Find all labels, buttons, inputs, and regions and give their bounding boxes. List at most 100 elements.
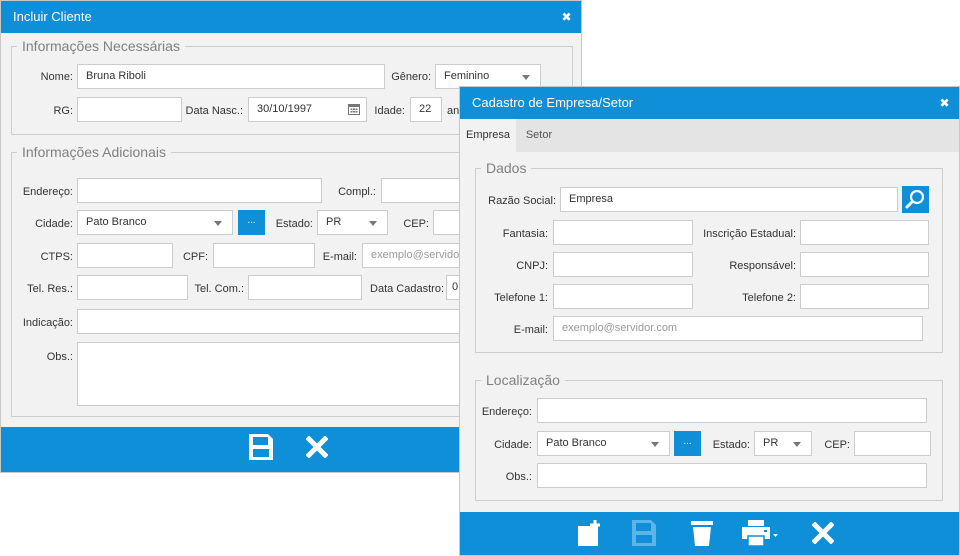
cadastro-empresa-titlebar: Cadastro de Empresa/Setor — [460, 87, 959, 119]
cidade-lookup-button[interactable]: ... — [674, 431, 701, 456]
nome-label: Nome: — [40, 71, 73, 83]
responsavel-input[interactable] — [800, 252, 929, 277]
tel-com-label: Tel. Com.: — [194, 283, 244, 295]
endereco-input[interactable] — [77, 178, 322, 203]
razao-social-label: Razão Social: — [488, 195, 556, 207]
close-icon[interactable]: ✖ — [561, 11, 572, 23]
idade-suffix: an — [447, 105, 460, 117]
email-label: E-mail: — [322, 251, 357, 263]
endereco-label: Endereço: — [22, 186, 73, 198]
inscricao-estadual-label: Inscrição Estadual: — [703, 228, 796, 240]
close-icon[interactable] — [306, 436, 328, 458]
incluir-cliente-titlebar: Incluir Cliente — [1, 1, 581, 33]
obs-input[interactable] — [537, 463, 927, 488]
cnpj-label: CNPJ: — [516, 260, 548, 272]
estado-label: Estado: — [275, 218, 313, 230]
cidade-label: Cidade: — [35, 218, 73, 230]
tel-com-input[interactable] — [248, 275, 362, 300]
telefone2-label: Telefone 2: — [742, 292, 796, 304]
cidade-value: Pato Branco — [546, 437, 607, 449]
cidade-lookup-button[interactable]: ... — [238, 210, 265, 235]
chevron-down-icon — [214, 221, 222, 226]
chevron-down-icon — [651, 442, 659, 447]
telefone1-input[interactable] — [553, 284, 693, 309]
tab-label: Setor — [525, 129, 553, 141]
close-icon[interactable]: ✖ — [939, 97, 950, 109]
compl-label: Compl.: — [338, 186, 376, 198]
idade-label: Idade: — [374, 105, 405, 117]
estado-value: PR — [763, 437, 779, 449]
ctps-input[interactable] — [77, 243, 173, 268]
cadastro-empresa-footer — [460, 512, 959, 555]
fantasia-input[interactable] — [553, 220, 693, 245]
incluir-cliente-title: Incluir Cliente — [13, 9, 92, 24]
obs-textarea[interactable] — [77, 342, 463, 406]
save-icon[interactable] — [249, 434, 273, 460]
section-title: Localização — [486, 372, 560, 388]
cidade-select[interactable]: Pato Branco — [77, 210, 233, 235]
close-icon[interactable] — [812, 522, 834, 544]
new-document-icon[interactable] — [578, 520, 604, 546]
trash-icon[interactable] — [691, 520, 713, 546]
tel-res-input[interactable] — [77, 275, 188, 300]
data-nasc-value: 30/10/1997 — [257, 103, 313, 115]
data-nasc-label: Data Nasc.: — [185, 105, 243, 117]
section-title: Dados — [486, 160, 527, 176]
cadastro-empresa-title: Cadastro de Empresa/Setor — [472, 95, 634, 110]
cep-label: CEP: — [403, 218, 429, 230]
compl-input[interactable] — [381, 178, 461, 203]
tab-setor[interactable]: Setor — [516, 119, 562, 152]
cadastro-empresa-window: Cadastro de Empresa/Setor ✖ Empresa Seto… — [459, 86, 960, 556]
email-input[interactable]: exemplo@servidor.com — [553, 316, 923, 341]
cidade-value: Pato Branco — [86, 216, 147, 228]
search-icon — [905, 189, 925, 209]
genero-label: Gênero: — [391, 71, 431, 83]
estado-select[interactable]: PR — [754, 431, 812, 456]
search-button[interactable] — [902, 186, 929, 213]
tab-bar: Empresa Setor — [460, 119, 959, 152]
rg-input[interactable] — [77, 97, 182, 122]
section-title: Informações Adicionais — [22, 144, 166, 160]
tab-label: Empresa — [465, 129, 511, 141]
chevron-down-icon — [522, 75, 530, 80]
cep-input[interactable] — [854, 431, 931, 456]
data-cadastro-label: Data Cadastro: — [370, 283, 444, 295]
cep-label: CEP: — [824, 439, 850, 451]
cidade-select[interactable]: Pato Branco — [537, 431, 670, 456]
indicacao-label: Indicação: — [22, 317, 73, 329]
tel-res-label: Tel. Res.: — [27, 283, 73, 295]
cpf-label: CPF: — [182, 251, 208, 263]
cidade-label: Cidade: — [494, 439, 532, 451]
chevron-down-icon — [369, 221, 377, 226]
inscricao-estadual-input[interactable] — [800, 220, 929, 245]
estado-value: PR — [326, 216, 342, 228]
ctps-label: CTPS: — [40, 251, 73, 263]
razao-social-input[interactable]: Empresa — [560, 187, 898, 212]
nome-input[interactable]: Bruna Riboli — [77, 64, 385, 89]
endereco-label: Endereço: — [481, 406, 532, 418]
cpf-input[interactable] — [213, 243, 315, 268]
idade-input[interactable]: 22 — [410, 97, 442, 122]
tab-empresa[interactable]: Empresa — [460, 119, 516, 152]
section-title: Informações Necessárias — [22, 38, 180, 54]
email-input[interactable]: exemplo@servidor. — [362, 243, 462, 268]
telefone2-input[interactable] — [800, 284, 929, 309]
cnpj-input[interactable] — [553, 252, 693, 277]
rg-label: RG: — [53, 105, 73, 117]
fantasia-label: Fantasia: — [502, 228, 548, 240]
email-label: E-mail: — [513, 324, 548, 336]
data-nasc-input[interactable]: 30/10/1997 — [248, 97, 367, 122]
indicacao-input[interactable] — [77, 309, 463, 334]
endereco-input[interactable] — [537, 398, 927, 423]
save-icon[interactable] — [632, 520, 656, 546]
obs-label: Obs.: — [505, 471, 532, 483]
print-icon[interactable] — [742, 520, 778, 546]
responsavel-label: Responsável: — [729, 260, 796, 272]
chevron-down-icon — [793, 442, 801, 447]
obs-label: Obs.: — [46, 351, 73, 363]
calendar-icon[interactable] — [348, 103, 360, 115]
estado-label: Estado: — [712, 439, 750, 451]
estado-select[interactable]: PR — [317, 210, 388, 235]
telefone1-label: Telefone 1: — [494, 292, 548, 304]
genero-value: Feminino — [444, 70, 490, 82]
